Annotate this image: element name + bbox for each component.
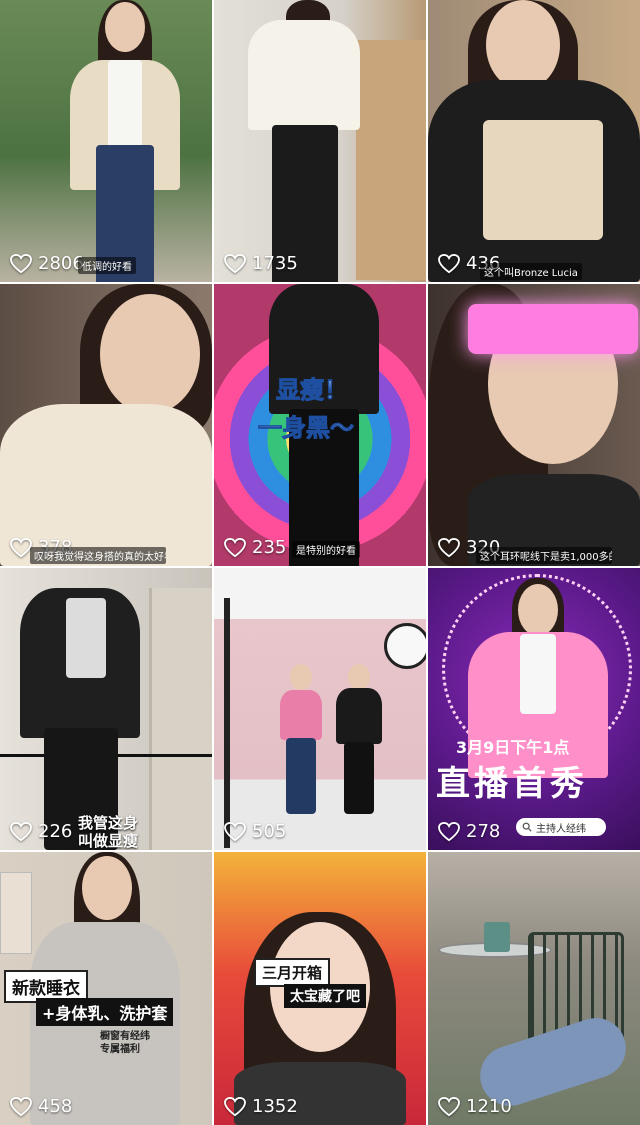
like-count: 505 [224, 821, 286, 842]
video-tile-6[interactable]: 320 这个耳环呢线下是卖1,000多的 [428, 284, 640, 566]
like-count: 2806 [10, 253, 84, 274]
heart-icon [10, 537, 32, 558]
overlay-caption-line-2: 叫做显瘦 [78, 832, 139, 850]
overlay-title-line-2: 一身黑～ [258, 414, 355, 443]
like-count: 226 [10, 821, 72, 842]
like-count-text: 1735 [252, 253, 298, 274]
heart-icon [224, 1096, 246, 1117]
overlay-label-2: 太宝藏了吧 [284, 984, 366, 1008]
live-debut-text: 直播首秀 [436, 764, 588, 804]
cup [484, 922, 510, 952]
video-tile-8[interactable]: 505 [214, 568, 426, 850]
person-figure [70, 0, 180, 282]
studio-light [384, 623, 426, 669]
video-tile-1[interactable]: 2806 低调的好看 [0, 0, 212, 282]
overlay-title-line-1: 显瘦！ [276, 376, 349, 405]
heart-icon [10, 253, 32, 274]
person-figure [20, 568, 140, 850]
video-tile-11[interactable]: 三月开箱 太宝藏了吧 1352 [214, 852, 426, 1125]
wall-poster [0, 872, 32, 954]
video-subtitle: 低调的好看 [78, 257, 136, 274]
heart-icon [438, 821, 460, 842]
like-count: 278 [438, 821, 500, 842]
video-tile-9[interactable]: 3月9日下午1点 直播首秀 主持人经纬 278 [428, 568, 640, 850]
heart-icon [438, 537, 460, 558]
heart-icon [224, 537, 246, 558]
person-figure [334, 664, 384, 814]
like-count-text: 226 [38, 821, 73, 842]
search-pill[interactable]: 主持人经纬 [516, 818, 606, 836]
like-count-text: 2806 [38, 253, 84, 274]
video-subtitle: 这个耳环呢线下是卖1,000多的 [476, 547, 612, 564]
heart-icon [10, 1096, 32, 1117]
video-tile-5[interactable]: 显瘦！ 一身黑～ 235 是特别的好看 [214, 284, 426, 566]
person-figure [0, 284, 212, 566]
like-count-text: 1210 [466, 1096, 512, 1117]
overlay-label-2: +身体乳、洗护套 [36, 998, 174, 1026]
video-tile-4[interactable]: 378 叹呀我觉得这身搭的真的太好看了 [0, 284, 212, 566]
overlay-label-3: 橱窗有经纬专属福利 [100, 1031, 150, 1055]
like-count: 1210 [438, 1096, 512, 1117]
like-count: 458 [10, 1096, 72, 1117]
video-grid: 2806 低调的好看 1735 436 这个叫Bronze Lucia [0, 0, 640, 1125]
video-tile-3[interactable]: 436 这个叫Bronze Lucia [428, 0, 640, 282]
like-count-text: 458 [38, 1096, 73, 1117]
like-count: 1352 [224, 1096, 298, 1117]
like-count-text: 235 [252, 537, 287, 558]
search-icon [522, 822, 532, 832]
like-count-text: 505 [252, 821, 287, 842]
camera-stand [224, 598, 230, 848]
video-subtitle: 是特别的好看 [292, 541, 360, 558]
video-tile-10[interactable]: 新款睡衣 +身体乳、洗护套 橱窗有经纬专属福利 458 [0, 852, 212, 1125]
heart-icon [224, 821, 246, 842]
like-count: 235 [224, 537, 286, 558]
heart-icon [438, 253, 460, 274]
bookshelf [356, 40, 426, 280]
person-figure [244, 0, 364, 282]
video-subtitle: 这个叫Bronze Lucia [480, 263, 582, 280]
like-count: 1735 [224, 253, 298, 274]
person-figure [428, 0, 640, 282]
video-subtitle: 叹呀我觉得这身搭的真的太好看了 [30, 547, 166, 564]
video-tile-7[interactable]: 我管这身 叫做显瘦 226 [0, 568, 212, 850]
heart-icon [10, 821, 32, 842]
heart-icon [224, 253, 246, 274]
heart-icon [438, 1096, 460, 1117]
overlay-label-1: 三月开箱 [254, 958, 331, 987]
search-pill-text: 主持人经纬 [536, 823, 586, 835]
bookshelf [149, 588, 212, 850]
person-figure [428, 284, 640, 566]
person-figure [234, 912, 406, 1125]
video-tile-2[interactable]: 1735 [214, 0, 426, 282]
person-figure [276, 664, 326, 814]
live-date-text: 3月9日下午1点 [456, 738, 570, 757]
video-tile-12[interactable]: 1210 [428, 852, 640, 1125]
like-count-text: 278 [466, 821, 501, 842]
like-count-text: 1352 [252, 1096, 298, 1117]
